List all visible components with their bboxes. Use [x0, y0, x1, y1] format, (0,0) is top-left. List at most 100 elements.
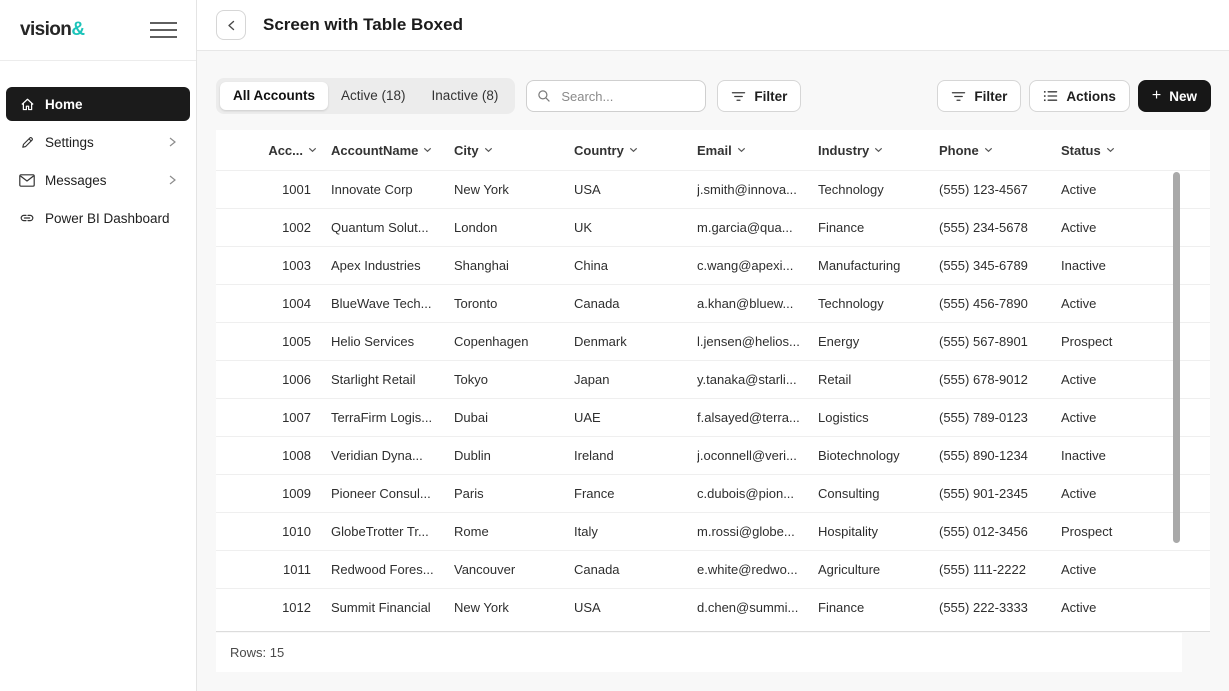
actions-button-label: Actions	[1066, 88, 1116, 104]
table-row[interactable]: 1001 Innovate Corp New York USA j.smith@…	[216, 170, 1210, 208]
page-header: Screen with Table Boxed	[197, 0, 1229, 51]
cell-account-id: 1012	[282, 600, 311, 615]
table-row[interactable]: 1007 TerraFirm Logis... Dubai UAE f.alsa…	[216, 398, 1210, 436]
cell-account-id: 1004	[282, 296, 311, 311]
new-button[interactable]: + New	[1137, 80, 1211, 112]
cell-status: Prospect	[1061, 334, 1113, 349]
cell-email: j.smith@innova...	[697, 182, 797, 197]
column-header-phone[interactable]: Phone	[939, 143, 1061, 158]
table-header-row: Acc... AccountName City Country Email In…	[216, 130, 1210, 170]
tab-inactive[interactable]: Inactive (8)	[419, 82, 512, 110]
cell-phone: (555) 222-3333	[939, 600, 1028, 615]
cell-country: China	[574, 258, 608, 273]
column-header-city[interactable]: City	[454, 143, 574, 158]
cell-status: Inactive	[1061, 258, 1106, 273]
cell-email: m.rossi@globe...	[697, 524, 795, 539]
column-header-account-id[interactable]: Acc...	[216, 143, 331, 158]
main-content: All Accounts Active (18) Inactive (8) Fi…	[197, 51, 1229, 691]
table-row[interactable]: 1012 Summit Financial New York USA d.che…	[216, 588, 1210, 626]
cell-account-id: 1010	[282, 524, 311, 539]
cell-country: Canada	[574, 562, 620, 577]
actions-button[interactable]: Actions	[1029, 80, 1130, 112]
table-row[interactable]: 1004 BlueWave Tech... Toronto Canada a.k…	[216, 284, 1210, 322]
column-header-industry[interactable]: Industry	[818, 143, 939, 158]
cell-country: France	[574, 486, 615, 501]
column-header-status[interactable]: Status	[1061, 143, 1210, 158]
table-row[interactable]: 1009 Pioneer Consul... Paris France c.du…	[216, 474, 1210, 512]
cell-account-id: 1009	[282, 486, 311, 501]
cell-email: m.garcia@qua...	[697, 220, 793, 235]
cell-email: j.oconnell@veri...	[697, 448, 797, 463]
cell-phone: (555) 890-1234	[939, 448, 1028, 463]
sidebar-item-power-bi-dashboard[interactable]: Power BI Dashboard	[6, 201, 190, 235]
column-header-account-name[interactable]: AccountName	[331, 143, 454, 158]
cell-industry: Manufacturing	[818, 258, 901, 273]
sidebar-nav: Home Settings Messages Power BI Dashboar…	[0, 61, 196, 235]
cell-account-name: Pioneer Consul...	[331, 486, 431, 501]
cell-status: Active	[1061, 562, 1097, 577]
cell-account-name: Helio Services	[331, 334, 415, 349]
cell-city: Dubai	[454, 410, 488, 425]
cell-account-id: 1008	[282, 448, 311, 463]
cell-account-name: Quantum Solut...	[331, 220, 429, 235]
column-header-email[interactable]: Email	[697, 143, 818, 158]
cell-industry: Finance	[818, 220, 865, 235]
cell-account-name: Veridian Dyna...	[331, 448, 423, 463]
cell-phone: (555) 901-2345	[939, 486, 1028, 501]
table-row[interactable]: 1003 Apex Industries Shanghai China c.wa…	[216, 246, 1210, 284]
brand-accent: &	[71, 19, 85, 40]
cell-phone: (555) 678-9012	[939, 372, 1028, 387]
sort-chevron-icon	[308, 147, 317, 153]
sidebar-item-messages[interactable]: Messages	[6, 163, 190, 197]
column-header-country[interactable]: Country	[574, 143, 697, 158]
table-row[interactable]: 1005 Helio Services Copenhagen Denmark l…	[216, 322, 1210, 360]
back-button[interactable]	[216, 10, 246, 40]
cell-account-id: 1005	[282, 334, 311, 349]
sidebar-item-settings[interactable]: Settings	[6, 125, 190, 159]
cell-email: c.wang@apexi...	[697, 258, 794, 273]
cell-status: Active	[1061, 220, 1097, 235]
search-input[interactable]	[559, 87, 696, 105]
chevron-right-icon	[166, 136, 178, 148]
cell-country: Japan	[574, 372, 610, 387]
page-title: Screen with Table Boxed	[263, 15, 463, 34]
table-row[interactable]: 1002 Quantum Solut... London UK m.garcia…	[216, 208, 1210, 246]
cell-city: Rome	[454, 524, 489, 539]
hamburger-menu-button[interactable]	[146, 17, 181, 43]
cell-industry: Finance	[818, 600, 865, 615]
tab-active[interactable]: Active (18)	[328, 82, 419, 110]
cell-city: London	[454, 220, 498, 235]
cell-city: Copenhagen	[454, 334, 529, 349]
envelope-icon	[19, 172, 35, 188]
cell-status: Active	[1061, 486, 1097, 501]
sidebar-item-home[interactable]: Home	[6, 87, 190, 121]
chevron-left-icon	[225, 19, 238, 32]
vertical-scrollbar-thumb[interactable]	[1173, 172, 1180, 543]
filter-icon	[731, 90, 746, 103]
cell-account-name: Summit Financial	[331, 600, 431, 615]
cell-city: Toronto	[454, 296, 498, 311]
cell-phone: (555) 456-7890	[939, 296, 1028, 311]
table-row[interactable]: 1006 Starlight Retail Tokyo Japan y.tana…	[216, 360, 1210, 398]
cell-industry: Consulting	[818, 486, 880, 501]
cell-email: a.khan@bluew...	[697, 296, 794, 311]
cell-account-name: TerraFirm Logis...	[331, 410, 433, 425]
filter-button-left[interactable]: Filter	[717, 80, 802, 112]
hamburger-icon	[150, 21, 177, 39]
cell-industry: Logistics	[818, 410, 869, 425]
filter-button-right[interactable]: Filter	[937, 80, 1022, 112]
search-box	[526, 80, 707, 112]
sort-chevron-icon	[424, 147, 432, 153]
cell-email: e.white@redwo...	[697, 562, 798, 577]
cell-phone: (555) 234-5678	[939, 220, 1028, 235]
cell-status: Active	[1061, 600, 1097, 615]
cell-phone: (555) 111-2222	[939, 562, 1026, 577]
plus-icon: +	[1151, 86, 1162, 104]
sidebar-item-label: Home	[45, 96, 83, 112]
tab-all-accounts[interactable]: All Accounts	[220, 82, 329, 110]
table-row[interactable]: 1010 GlobeTrotter Tr... Rome Italy m.ros…	[216, 512, 1210, 550]
cell-phone: (555) 012-3456	[939, 524, 1028, 539]
cell-account-id: 1007	[282, 410, 311, 425]
table-row[interactable]: 1011 Redwood Fores... Vancouver Canada e…	[216, 550, 1210, 588]
table-row[interactable]: 1008 Veridian Dyna... Dublin Ireland j.o…	[216, 436, 1210, 474]
